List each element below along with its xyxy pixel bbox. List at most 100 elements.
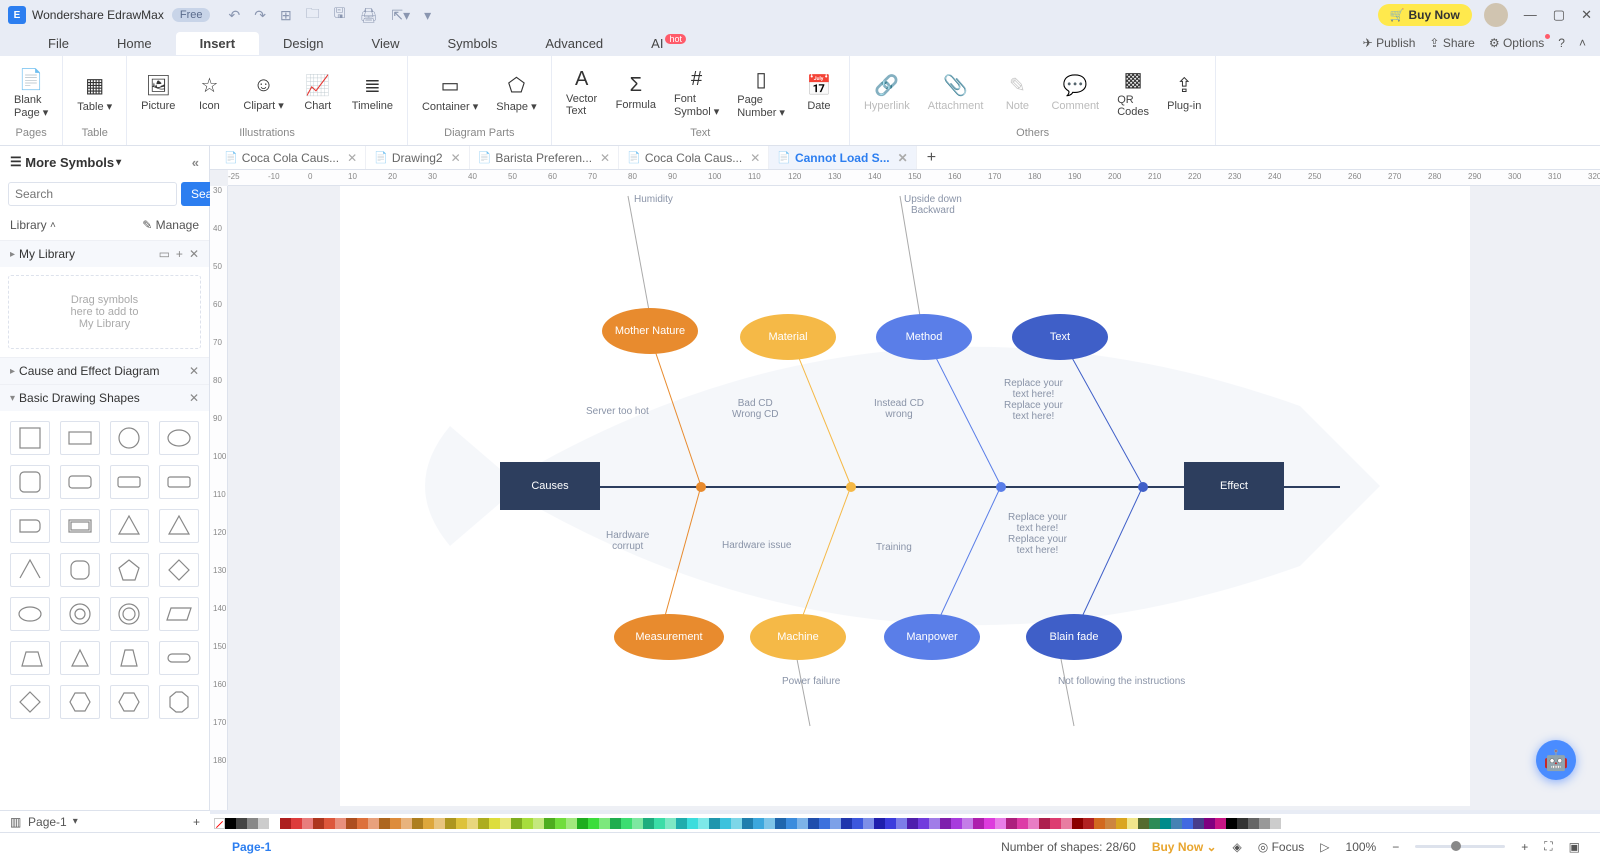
color-swatch[interactable] <box>852 818 863 829</box>
ribbon-formula-button[interactable]: ΣFormula <box>610 70 662 115</box>
open-icon[interactable]: 🗀 <box>306 3 320 27</box>
color-swatch[interactable] <box>621 818 632 829</box>
page-tab-label[interactable]: Page-1 <box>28 815 67 829</box>
color-swatch[interactable] <box>412 818 423 829</box>
color-swatch[interactable] <box>1116 818 1127 829</box>
color-swatch[interactable] <box>555 818 566 829</box>
hw-issue-label[interactable]: Hardware issue <box>722 540 791 551</box>
buy-now-button[interactable]: 🛒 Buy Now <box>1378 4 1472 26</box>
ribbon-chart-button[interactable]: 📈Chart <box>296 69 340 116</box>
redo-icon[interactable]: ↷ <box>254 7 266 24</box>
color-swatch[interactable] <box>1072 818 1083 829</box>
shape-item[interactable] <box>10 553 50 587</box>
shape-item[interactable] <box>60 641 100 675</box>
shape-item[interactable] <box>10 597 50 631</box>
shape-item[interactable] <box>10 685 50 719</box>
color-swatch[interactable] <box>1138 818 1149 829</box>
server-hot-label[interactable]: Server too hot <box>586 406 649 417</box>
shape-item[interactable] <box>110 597 150 631</box>
shape-item[interactable] <box>159 597 199 631</box>
blain-fade-node[interactable]: Blain fade <box>1026 614 1122 660</box>
help-icon[interactable]: ? <box>1558 36 1565 50</box>
close-icon[interactable]: ✕ <box>1581 7 1592 23</box>
library-collapse-icon[interactable]: ˄ <box>50 220 56 231</box>
color-swatch[interactable] <box>665 818 676 829</box>
no-color-swatch[interactable] <box>214 818 225 829</box>
layers-icon[interactable]: ◈ <box>1233 840 1242 854</box>
menu-view[interactable]: View <box>348 32 424 55</box>
color-swatch[interactable] <box>236 818 247 829</box>
method-node[interactable]: Method <box>876 314 972 360</box>
ribbon-container--button[interactable]: ▭Container ▾ <box>416 69 484 117</box>
color-swatch[interactable] <box>357 818 368 829</box>
page-layout-icon[interactable]: ▥ <box>10 815 21 829</box>
ribbon-plug-in-button[interactable]: ⇪Plug-in <box>1161 69 1207 116</box>
not-following-label[interactable]: Not following the instructions <box>1058 676 1185 687</box>
menu-advanced[interactable]: Advanced <box>521 32 627 55</box>
shape-item[interactable] <box>159 553 199 587</box>
color-swatch[interactable] <box>1248 818 1259 829</box>
color-swatch[interactable] <box>918 818 929 829</box>
color-swatch[interactable] <box>1182 818 1193 829</box>
color-swatch[interactable] <box>423 818 434 829</box>
color-swatch[interactable] <box>588 818 599 829</box>
color-swatch[interactable] <box>698 818 709 829</box>
color-swatch[interactable] <box>280 818 291 829</box>
zoom-out-icon[interactable]: − <box>1392 840 1399 854</box>
shape-item[interactable] <box>60 509 100 543</box>
ribbon-font-symbol--button[interactable]: #Font Symbol ▾ <box>668 64 725 122</box>
color-swatch[interactable] <box>335 818 346 829</box>
color-swatch[interactable] <box>951 818 962 829</box>
user-avatar[interactable] <box>1484 3 1508 27</box>
measurement-node[interactable]: Measurement <box>614 614 724 660</box>
dropdown-icon[interactable]: ▾ <box>116 157 121 168</box>
color-swatch[interactable] <box>533 818 544 829</box>
undo-icon[interactable]: ↶ <box>228 7 240 24</box>
ribbon-icon-button[interactable]: ☆Icon <box>187 69 231 116</box>
ribbon-date-button[interactable]: 📅Date <box>797 69 841 116</box>
color-swatch[interactable] <box>808 818 819 829</box>
color-swatch[interactable] <box>346 818 357 829</box>
active-page-label[interactable]: Page-1 <box>232 840 271 854</box>
ribbon-timeline-button[interactable]: ≣Timeline <box>346 69 399 116</box>
shape-item[interactable] <box>110 553 150 587</box>
add-icon[interactable]: + <box>176 247 183 261</box>
close-section-icon[interactable]: ✕ <box>189 364 199 378</box>
color-swatch[interactable] <box>324 818 335 829</box>
color-swatch[interactable] <box>401 818 412 829</box>
color-swatch[interactable] <box>687 818 698 829</box>
effect-node[interactable]: Effect <box>1184 462 1284 510</box>
color-swatch[interactable] <box>775 818 786 829</box>
color-swatch[interactable] <box>1105 818 1116 829</box>
hw-corrupt-label[interactable]: Hardware corrupt <box>606 530 649 552</box>
color-swatch[interactable] <box>995 818 1006 829</box>
color-swatch[interactable] <box>753 818 764 829</box>
shape-item[interactable] <box>159 421 199 455</box>
replace-text-2-label[interactable]: Replace your text here! Replace your tex… <box>1008 512 1067 556</box>
color-swatch[interactable] <box>885 818 896 829</box>
color-swatch[interactable] <box>1259 818 1270 829</box>
shape-item[interactable] <box>60 465 100 499</box>
presentation-icon[interactable]: ▷ <box>1320 840 1329 854</box>
shape-item[interactable] <box>60 685 100 719</box>
color-swatch[interactable] <box>1171 818 1182 829</box>
color-swatch[interactable] <box>1204 818 1215 829</box>
color-swatch[interactable] <box>258 818 269 829</box>
color-swatch[interactable] <box>1237 818 1248 829</box>
color-swatch[interactable] <box>1094 818 1105 829</box>
zoom-in-icon[interactable]: + <box>1521 840 1528 854</box>
shape-item[interactable] <box>10 509 50 543</box>
shape-item[interactable] <box>10 421 50 455</box>
shape-item[interactable] <box>60 421 100 455</box>
color-swatch[interactable] <box>544 818 555 829</box>
bad-cd-label[interactable]: Bad CD Wrong CD <box>732 398 779 420</box>
color-swatch[interactable] <box>522 818 533 829</box>
color-swatch[interactable] <box>973 818 984 829</box>
color-swatch[interactable] <box>1050 818 1061 829</box>
color-swatch[interactable] <box>291 818 302 829</box>
color-swatch[interactable] <box>841 818 852 829</box>
humidity-label[interactable]: Humidity <box>634 194 673 205</box>
menu-symbols[interactable]: Symbols <box>423 32 521 55</box>
material-node[interactable]: Material <box>740 314 836 360</box>
upside-label[interactable]: Upside down Backward <box>904 194 962 216</box>
